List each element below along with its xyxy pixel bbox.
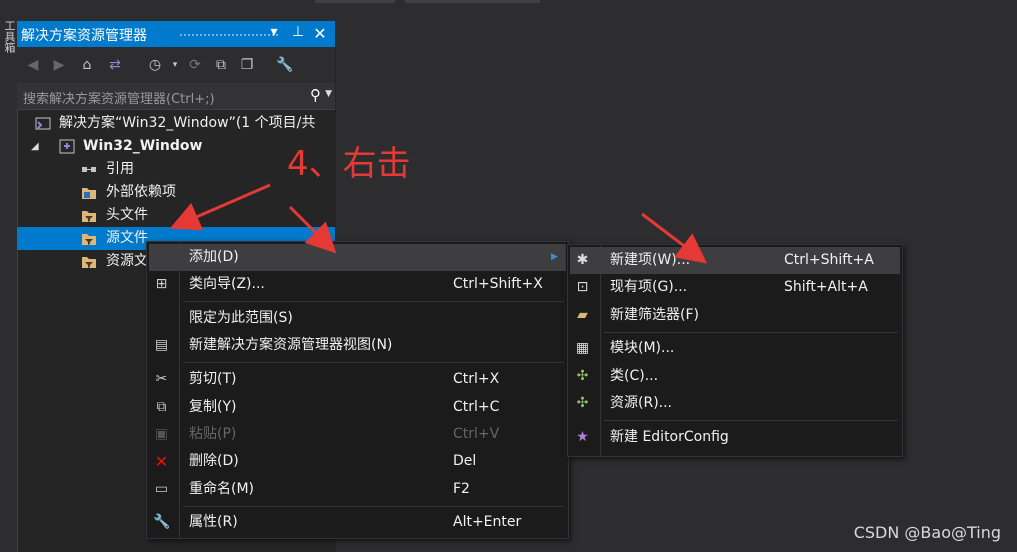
watermark: CSDN @Bao@Ting [853,523,1001,542]
arrow-to-add [288,205,337,254]
annotation-arrows [169,183,708,264]
arrow-to-new-item [641,212,708,264]
arrow-to-source-files [169,183,271,231]
